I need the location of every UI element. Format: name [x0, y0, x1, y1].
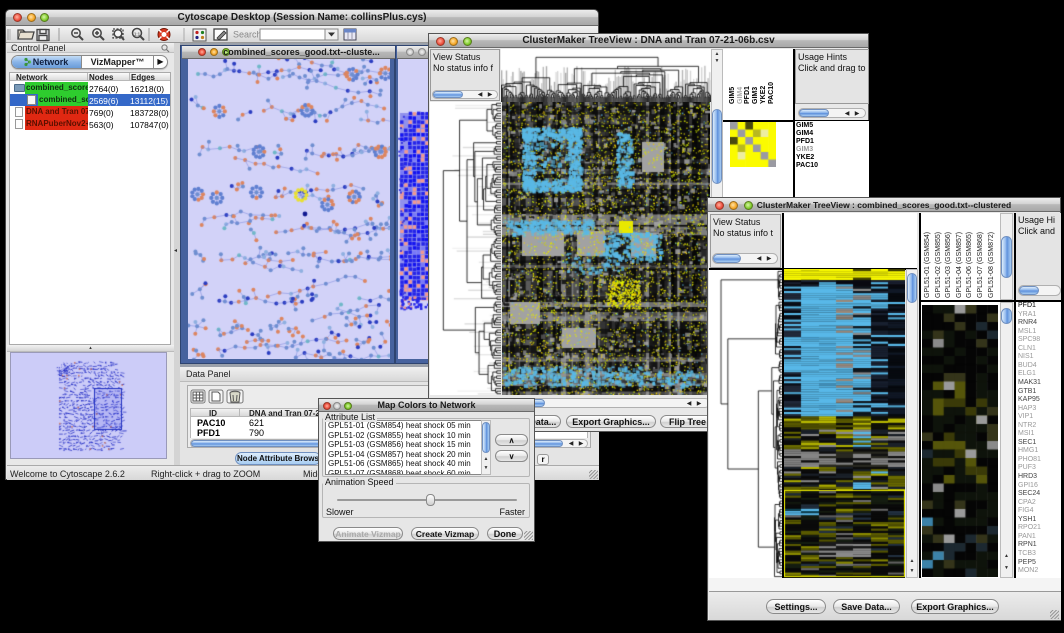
svg-text:1:1: 1:1	[134, 32, 141, 37]
svg-text:Search:: Search:	[233, 30, 264, 40]
